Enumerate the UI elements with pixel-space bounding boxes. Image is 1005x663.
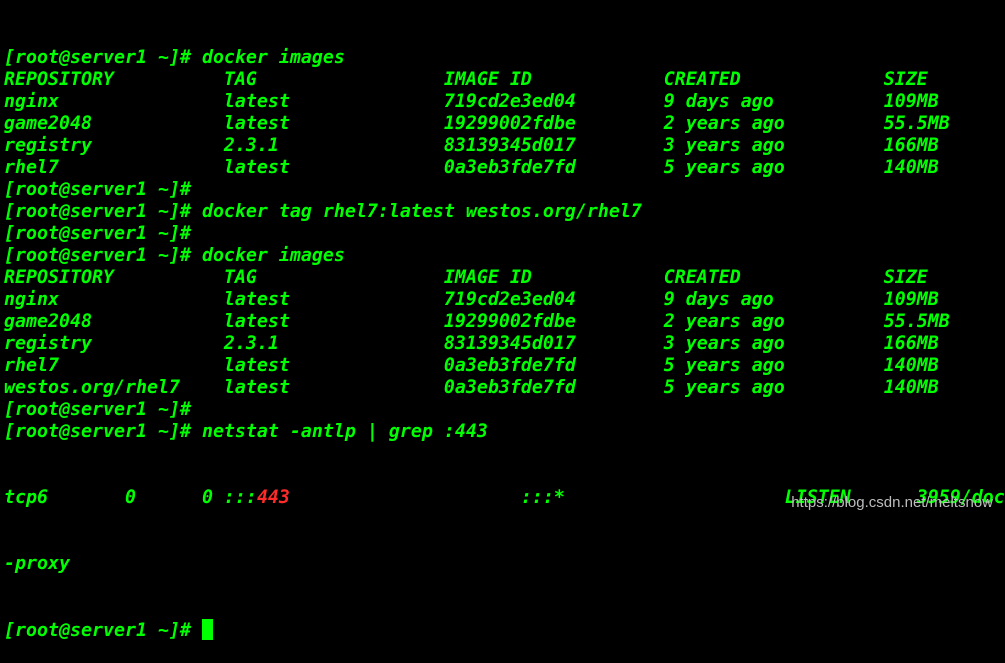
terminal-line: REPOSITORY TAG IMAGE ID CREATED SIZE [4,69,928,90]
terminal-line: [root@server1 ~]# docker images [4,245,345,266]
watermark: https://blog.csdn.net/meltsnow [791,494,993,511]
terminal-line: [root@server1 ~]# docker images [4,47,345,68]
terminal-line: game2048 latest 19299002fdbe 2 years ago… [4,113,950,134]
terminal-output[interactable]: [root@server1 ~]# docker images REPOSITOR… [4,3,1005,663]
terminal-line: [root@server1 ~]# [4,179,191,200]
terminal-line: REPOSITORY TAG IMAGE ID CREATED SIZE [4,267,928,288]
terminal-line: [root@server1 ~]# docker tag rhel7:lates… [4,201,642,222]
netstat-wrapped-line: -proxy [4,553,70,574]
terminal-line: rhel7 latest 0a3eb3fde7fd 5 years ago 14… [4,355,939,376]
terminal-history: [root@server1 ~]# docker images REPOSITOR… [4,47,1005,443]
terminal-line: rhel7 latest 0a3eb3fde7fd 5 years ago 14… [4,157,939,178]
netstat-row-prefix: tcp6 0 0 ::: [4,487,257,508]
terminal-line: [root@server1 ~]# [4,223,191,244]
grep-match-highlight: 443 [256,487,290,508]
terminal-line: [root@server1 ~]# netstat -antlp | grep … [4,421,488,442]
shell-prompt: [root@server1 ~]# [4,620,202,641]
terminal-line: [root@server1 ~]# [4,399,191,420]
terminal-line: registry 2.3.1 83139345d017 3 years ago … [4,135,939,156]
terminal-line: game2048 latest 19299002fdbe 2 years ago… [4,311,950,332]
current-prompt-line[interactable]: [root@server1 ~]# [4,619,1005,641]
terminal-line: registry 2.3.1 83139345d017 3 years ago … [4,333,939,354]
text-cursor [201,619,213,640]
terminal-line: nginx latest 719cd2e3ed04 9 days ago 109… [4,91,939,112]
terminal-line: nginx latest 719cd2e3ed04 9 days ago 109… [4,289,939,310]
terminal-line: westos.org/rhel7 latest 0a3eb3fde7fd 5 y… [4,377,939,398]
